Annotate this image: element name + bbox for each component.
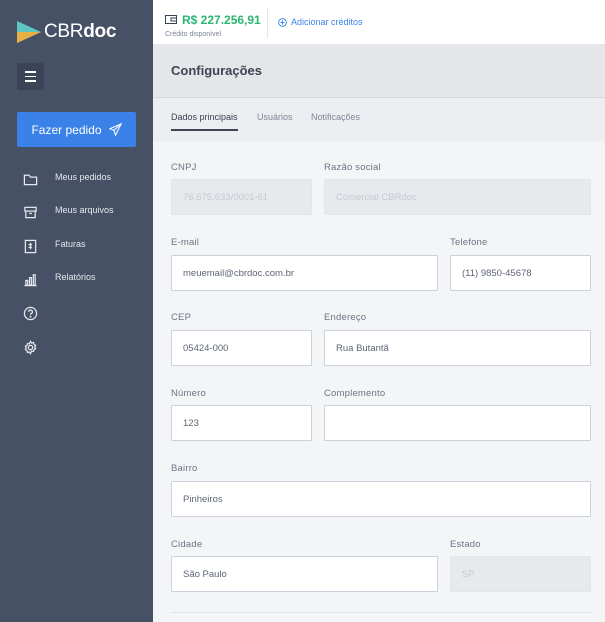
telefone-label: Telefone [450,237,488,248]
cnpj-field[interactable]: 76.675.633/0001-61 [171,179,312,215]
sidebar-item-label: Relatórios [55,272,96,282]
endereco-label: Endereço [324,312,367,323]
gear-icon [22,339,38,355]
cidade-label: Cidade [171,539,203,550]
archive-icon [22,204,38,220]
tab-bar: Dados principais Usuários Notificações [153,98,605,141]
add-credits-label: Adicionar créditos [291,17,363,27]
sidebar-item-label: Meus pedidos [55,172,112,182]
sidebar-item-label: Meus arquivos [55,205,114,215]
complemento-label: Complemento [324,388,386,399]
help-icon [22,305,38,321]
bairro-label: Bairro [171,463,198,474]
divider [171,612,591,613]
menu-toggle-button[interactable] [17,63,44,90]
estado-label: Estado [450,539,481,550]
sidebar: CBRdoc Fazer pedido Meus pedidos Meus ar… [0,0,153,622]
tab-dados-principais[interactable]: Dados principais [171,112,238,122]
page-header: Configurações [153,45,605,98]
sidebar-item-meus-pedidos[interactable]: Meus pedidos [22,169,111,189]
invoice-icon [22,238,38,254]
credit-balance: R$ 227.256,91 Crédito disponível [165,11,261,38]
sidebar-item-relatorios[interactable]: Relatórios [22,269,96,289]
razao-social-field[interactable]: Comercial CBRdoc [324,179,591,215]
page-title: Configurações [171,63,263,78]
cep-label: CEP [171,312,192,323]
brand-logo[interactable]: CBRdoc [17,21,116,43]
divider [267,8,268,38]
chart-icon [22,271,38,287]
paper-plane-icon [108,123,122,136]
telefone-field[interactable]: (11) 9850-45678 [450,255,591,291]
logo-mark-icon [17,21,41,43]
add-credits-link[interactable]: Adicionar créditos [278,17,363,27]
cnpj-label: CNPJ [171,162,197,173]
folder-icon [22,171,38,187]
razao-social-label: Razão social [324,162,381,173]
endereco-field[interactable]: Rua Butantã [324,330,591,366]
complemento-field[interactable] [324,405,591,441]
cep-field[interactable]: 05424-000 [171,330,312,366]
numero-label: Número [171,388,206,399]
credit-value: R$ 227.256,91 [182,13,261,27]
wallet-icon [165,11,177,29]
cidade-field[interactable]: São Paulo [171,556,438,592]
brand-name: CBRdoc [44,21,117,42]
new-order-label: Fazer pedido [31,122,102,137]
sidebar-item-settings[interactable] [22,337,38,357]
new-order-button[interactable]: Fazer pedido [17,112,136,147]
top-bar: R$ 227.256,91 Crédito disponível Adicion… [153,0,605,45]
sidebar-item-meus-arquivos[interactable]: Meus arquivos [22,202,114,222]
email-field[interactable]: meuemail@cbrdoc.com.br [171,255,438,291]
hamburger-icon [25,71,36,73]
sidebar-item-label: Faturas [55,239,86,249]
credit-label: Crédito disponível [165,31,222,38]
sidebar-item-faturas[interactable]: Faturas [22,236,86,256]
active-tab-indicator [171,129,238,131]
tab-notificacoes[interactable]: Notificações [311,112,360,122]
numero-field[interactable]: 123 [171,405,312,441]
email-label: E-mail [171,237,200,248]
sidebar-item-help[interactable] [22,303,38,323]
tab-usuarios[interactable]: Usuários [257,112,293,122]
plus-circle-icon [278,17,287,27]
estado-field[interactable]: SP [450,556,591,592]
bairro-field[interactable]: Pinheiros [171,481,591,517]
